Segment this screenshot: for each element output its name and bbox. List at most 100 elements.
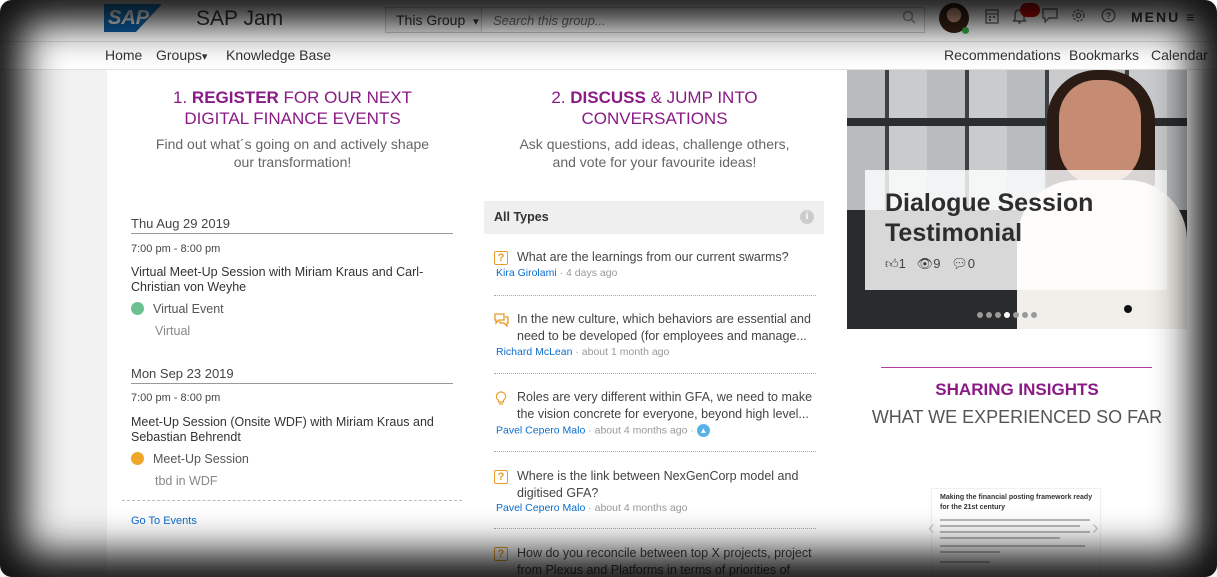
info-icon[interactable]: i	[800, 210, 814, 224]
app-title[interactable]: SAP Jam	[196, 7, 283, 31]
search-icon[interactable]	[902, 10, 916, 27]
event-divider	[131, 383, 453, 384]
online-status-icon	[962, 27, 969, 34]
feed-item-author[interactable]: Richard McLean · about 1 month ago	[496, 346, 669, 358]
discuss-keyword: DISCUSS	[570, 88, 646, 107]
feed-separator	[494, 528, 816, 529]
document-line	[940, 551, 1000, 553]
carousel-dot[interactable]	[995, 312, 1001, 318]
register-subtitle-line1: Find out what´s going on and actively sh…	[155, 136, 430, 152]
document-line	[940, 519, 1090, 521]
register-subtitle-line2: our transformation!	[233, 154, 352, 170]
chevron-left-icon[interactable]: ‹	[928, 517, 935, 540]
document-line	[940, 537, 1060, 539]
video-caption[interactable]: Dialogue Session Testimonial 👍︎1 👁︎9 💬︎0	[865, 170, 1167, 290]
document-title: Making the financial posting framework r…	[940, 494, 1093, 511]
comment-count: 0	[967, 256, 976, 271]
discuss-heading: 2. DISCUSS & JUMP INTO CONVERSATIONS	[492, 87, 817, 129]
document-line	[940, 531, 1090, 533]
register-heading-rest: FOR OUR NEXT	[278, 88, 412, 107]
event-title[interactable]: Meet-Up Session (Onsite WDF) with Miriam…	[131, 415, 451, 445]
event-type: Meet-Up Session	[153, 452, 249, 466]
register-subtitle: Find out what´s going on and actively sh…	[130, 135, 455, 171]
event-date: Mon Sep 23 2019	[131, 366, 234, 381]
document-line	[940, 545, 1085, 547]
feed-filter-header[interactable]: All Types i	[484, 201, 824, 234]
carousel-dot[interactable]	[1022, 312, 1028, 318]
register-heading-line2: DIGITAL FINANCE EVENTS	[184, 109, 401, 128]
insights-subtitle: WHAT WE EXPERIENCED SO FAR	[871, 407, 1163, 427]
nav-bookmarks[interactable]: Bookmarks	[1069, 47, 1139, 63]
video-title[interactable]: Dialogue Session Testimonial	[885, 188, 1165, 248]
register-heading: 1. REGISTER FOR OUR NEXT DIGITAL FINANCE…	[130, 87, 455, 129]
carousel-dot[interactable]	[986, 312, 992, 318]
nav-recommendations[interactable]: Recommendations	[944, 47, 1061, 63]
chevron-down-icon: ▾	[473, 16, 479, 28]
author-name[interactable]: Richard McLean	[496, 346, 572, 358]
search-input[interactable]	[482, 7, 925, 33]
carousel-dot[interactable]	[1013, 312, 1019, 318]
nav-groups[interactable]: Groups▾	[156, 47, 207, 63]
view-count: 9	[933, 256, 941, 271]
nav-knowledge-base[interactable]: Knowledge Base	[226, 47, 331, 63]
chevron-right-icon[interactable]: ›	[1092, 517, 1099, 540]
slide-marker	[1124, 305, 1132, 313]
go-to-events-link[interactable]: Go To Events	[131, 515, 197, 527]
feed-item-text[interactable]: Roles are very different within GFA, we …	[517, 389, 817, 423]
svg-text:?: ?	[1106, 11, 1112, 21]
feed-item-text[interactable]: In the new culture, which behaviors are …	[517, 311, 817, 345]
author-name[interactable]: Pavel Cepero Malo	[496, 424, 585, 436]
event-time: 7:00 pm - 8:00 pm	[131, 392, 221, 404]
feed-separator	[494, 373, 816, 374]
feed-item-time: · about 4 months ago ·	[585, 424, 697, 437]
search-scope-select[interactable]: This Group ▾	[385, 7, 482, 33]
carousel-dot[interactable]	[977, 312, 983, 318]
calendar-icon[interactable]	[985, 8, 999, 29]
feed-separator	[494, 451, 816, 452]
discuss-heading-rest: & JUMP INTO	[645, 88, 758, 107]
event-title[interactable]: Virtual Meet-Up Session with Miriam Krau…	[131, 265, 451, 295]
feed-item-author[interactable]: Kira Girolami · 4 days ago	[496, 267, 617, 279]
page: SAP SAP Jam This Group ▾ ? MENU ≡ H	[0, 0, 1217, 577]
nav-home[interactable]: Home	[105, 47, 142, 63]
help-icon[interactable]: ?	[1101, 8, 1116, 28]
feed-item-time: · 4 days ago	[556, 267, 618, 279]
carousel-dot-active[interactable]	[1004, 312, 1010, 318]
author-name[interactable]: Pavel Cepero Malo	[496, 502, 585, 514]
like-count: 1	[898, 256, 906, 271]
register-keyword: REGISTER	[191, 88, 279, 107]
discuss-subtitle-line1: Ask questions, add ideas, challenge othe…	[519, 136, 790, 152]
feed-filter-label: All Types	[494, 210, 549, 224]
feed-item-text[interactable]: How do you reconcile between top X proje…	[517, 545, 817, 577]
video-stats: 👍︎1 👁︎9 💬︎0	[885, 256, 975, 272]
video-carousel[interactable]: Dialogue Session Testimonial 👍︎1 👁︎9 💬︎0	[847, 70, 1187, 329]
chevron-down-icon: ▾	[201, 51, 208, 63]
gear-icon[interactable]	[1071, 8, 1086, 28]
nav-calendar[interactable]: Calendar	[1151, 47, 1208, 63]
menu-button[interactable]: MENU ≡	[1131, 9, 1196, 25]
register-number: 1.	[173, 88, 188, 107]
document-thumbnail[interactable]: Making the financial posting framework r…	[928, 488, 1101, 577]
feed-item-author[interactable]: Pavel Cepero Malo · about 4 months ago ·…	[496, 424, 710, 437]
feed-item-text[interactable]: What are the learnings from our current …	[517, 249, 817, 266]
chat-icon[interactable]	[1042, 8, 1058, 28]
pin-icon[interactable]: ▲	[696, 424, 710, 437]
sap-logo[interactable]: SAP	[104, 4, 162, 32]
search-scope-label: This Group	[396, 12, 466, 28]
events-divider	[122, 500, 462, 501]
like-icon[interactable]: 👍︎	[885, 256, 899, 271]
document-line	[940, 561, 990, 563]
author-name[interactable]: Kira Girolami	[496, 267, 557, 279]
comment-icon[interactable]: 💬︎	[951, 256, 968, 271]
event-type-dot	[131, 302, 144, 315]
feed-separator	[494, 295, 816, 296]
carousel-dot[interactable]	[1031, 312, 1037, 318]
feed-item-text[interactable]: Where is the link between NexGenCorp mod…	[517, 468, 817, 502]
carousel-pager	[977, 305, 1040, 323]
discuss-number: 2.	[551, 88, 566, 107]
discuss-subtitle-line2: and vote for your favourite ideas!	[552, 154, 757, 170]
feed-item-author[interactable]: Pavel Cepero Malo · about 4 months ago	[496, 502, 687, 514]
notification-badge	[1020, 3, 1040, 17]
document-line	[940, 525, 1080, 527]
discuss-subtitle: Ask questions, add ideas, challenge othe…	[492, 135, 817, 171]
